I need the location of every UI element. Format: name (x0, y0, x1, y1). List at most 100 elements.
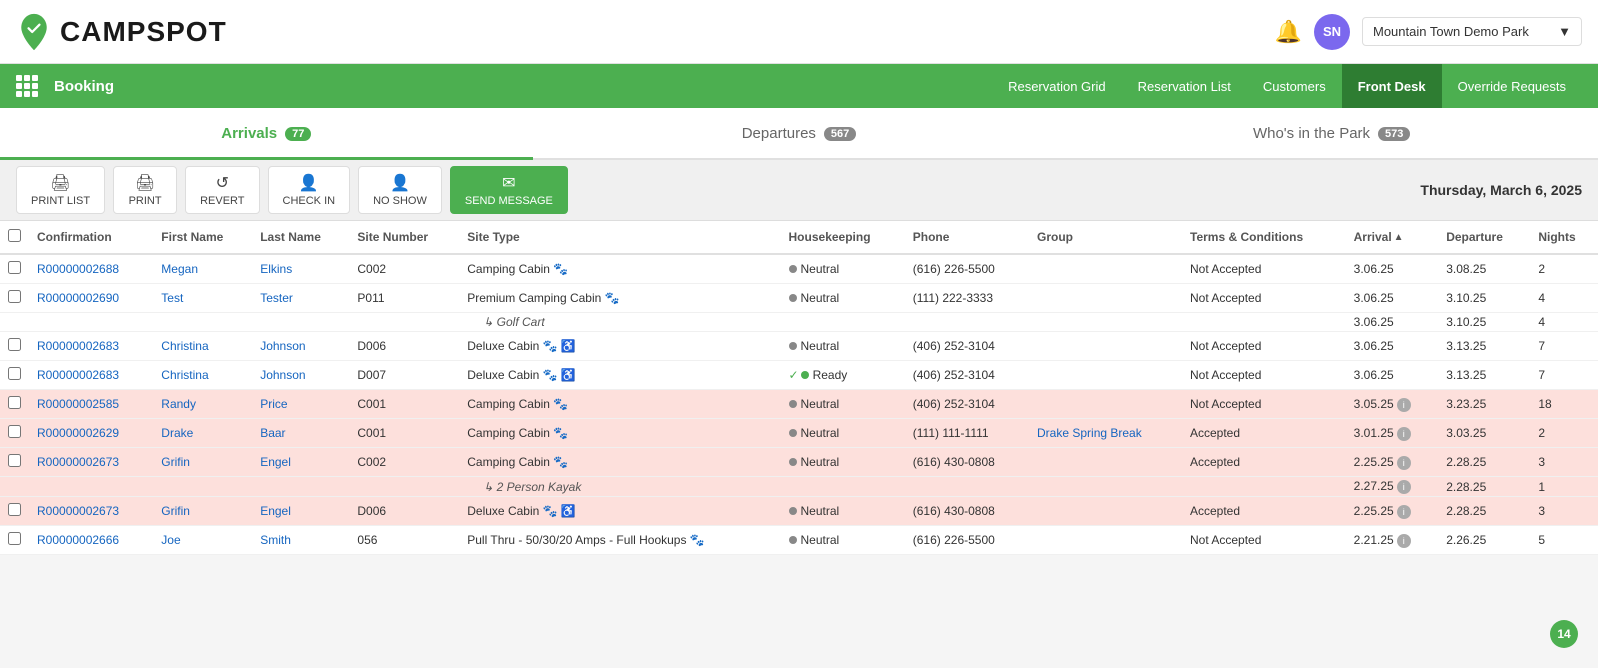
housekeeping-cell: Neutral (781, 419, 905, 448)
first-name-link[interactable]: Grifin (161, 504, 190, 518)
last-name-link[interactable]: Engel (260, 455, 291, 469)
confirmation-link[interactable]: R00000002629 (37, 426, 119, 440)
phone-cell: (406) 252-3104 (905, 332, 1029, 361)
last-name-link[interactable]: Smith (260, 533, 291, 547)
confirmation-link[interactable]: R00000002683 (37, 339, 119, 353)
phone-cell: (406) 252-3104 (905, 361, 1029, 390)
arrival-cell: 3.05.25i (1346, 390, 1439, 419)
tab-arrivals[interactable]: Arrivals 77 (0, 110, 533, 160)
last-name-link[interactable]: Engel (260, 504, 291, 518)
notification-bubble[interactable]: 14 (1550, 620, 1578, 648)
first-name-link[interactable]: Megan (161, 262, 198, 276)
sub-first-name-cell (153, 477, 252, 497)
arrival-cell: 3.06.25 (1346, 284, 1439, 313)
last-name-link[interactable]: Baar (260, 426, 285, 440)
housekeeping-status: Neutral (801, 455, 840, 469)
group-cell (1029, 448, 1182, 477)
confirmation-cell: R00000002585 (29, 390, 153, 419)
row-checkbox[interactable] (8, 454, 21, 467)
last-name-link[interactable]: Tester (260, 291, 293, 305)
confirmation-link[interactable]: R00000002688 (37, 262, 119, 276)
col-arrival[interactable]: Arrival ▲ (1346, 221, 1439, 254)
arrival-info-icon[interactable]: i (1397, 534, 1411, 548)
first-name-link[interactable]: Christina (161, 368, 208, 382)
nav-link-reservation-grid[interactable]: Reservation Grid (992, 64, 1122, 108)
site-number-cell: 056 (349, 526, 459, 555)
sub-arrival-info-icon[interactable]: i (1397, 480, 1411, 494)
confirmation-cell: R00000002688 (29, 254, 153, 284)
user-avatar[interactable]: SN (1314, 14, 1350, 50)
send-message-icon: ✉ (502, 173, 515, 193)
row-checkbox[interactable] (8, 532, 21, 545)
first-name-link[interactable]: Joe (161, 533, 180, 547)
last-name-link[interactable]: Elkins (260, 262, 292, 276)
confirmation-link[interactable]: R00000002673 (37, 504, 119, 518)
col-checkbox (0, 221, 29, 254)
nav-link-reservation-list[interactable]: Reservation List (1122, 64, 1247, 108)
arrival-info-icon[interactable]: i (1397, 505, 1411, 519)
terms-cell: Accepted (1182, 448, 1346, 477)
row-checkbox-cell (0, 332, 29, 361)
confirmation-link[interactable]: R00000002585 (37, 397, 119, 411)
select-all-checkbox[interactable] (8, 229, 21, 242)
confirmation-link[interactable]: R00000002673 (37, 455, 119, 469)
nights-cell: 2 (1530, 254, 1598, 284)
arrival-info-icon[interactable]: i (1397, 427, 1411, 441)
last-name-link[interactable]: Price (260, 397, 287, 411)
confirmation-link[interactable]: R00000002683 (37, 368, 119, 382)
tab-departures[interactable]: Departures 567 (533, 110, 1066, 160)
nav-link-front-desk[interactable]: Front Desk (1342, 64, 1442, 108)
grid-menu-icon[interactable] (16, 75, 38, 97)
print-icon: 🖨 (135, 173, 155, 193)
confirmation-link[interactable]: R00000002690 (37, 291, 119, 305)
col-housekeeping: Housekeeping (781, 221, 905, 254)
send-message-button[interactable]: ✉ SEND MESSAGE (450, 166, 568, 214)
first-name-link[interactable]: Randy (161, 397, 196, 411)
first-name-link[interactable]: Test (161, 291, 183, 305)
arrival-info-icon[interactable]: i (1397, 456, 1411, 470)
tab-whos-in-park[interactable]: Who's in the Park 573 (1065, 110, 1598, 160)
check-in-button[interactable]: 👤 CHECK IN (268, 166, 351, 214)
first-name-link[interactable]: Drake (161, 426, 193, 440)
row-checkbox[interactable] (8, 338, 21, 351)
departure-cell: 3.13.25 (1438, 361, 1530, 390)
table-body: R00000002688 Megan Elkins C002 Camping C… (0, 254, 1598, 555)
last-name-cell: Engel (252, 448, 349, 477)
confirmation-link[interactable]: R00000002666 (37, 533, 119, 547)
nav-link-customers[interactable]: Customers (1247, 64, 1342, 108)
arrival-sort: Arrival ▲ (1354, 230, 1404, 244)
notification-bell-icon[interactable]: 🔔 (1275, 19, 1302, 45)
toolbar-date: Thursday, March 6, 2025 (1420, 182, 1582, 198)
row-checkbox[interactable] (8, 290, 21, 303)
revert-button[interactable]: ↺ REVERT (185, 166, 259, 214)
first-name-link[interactable]: Grifin (161, 455, 190, 469)
terms-cell: Not Accepted (1182, 390, 1346, 419)
table-row: R00000002673 Grifin Engel C002 Camping C… (0, 448, 1598, 477)
row-checkbox[interactable] (8, 503, 21, 516)
site-number-cell: C001 (349, 390, 459, 419)
no-show-label: NO SHOW (373, 195, 427, 207)
first-name-link[interactable]: Christina (161, 339, 208, 353)
housekeeping-status: Neutral (801, 426, 840, 440)
print-button[interactable]: 🖨 PRINT (113, 166, 177, 214)
row-checkbox[interactable] (8, 396, 21, 409)
col-site-type: Site Type (459, 221, 780, 254)
last-name-link[interactable]: Johnson (260, 339, 305, 353)
sub-site-number-cell (349, 313, 459, 332)
group-link[interactable]: Drake Spring Break (1037, 426, 1142, 440)
row-checkbox[interactable] (8, 261, 21, 274)
row-checkbox[interactable] (8, 367, 21, 380)
last-name-link[interactable]: Johnson (260, 368, 305, 382)
park-selector[interactable]: Mountain Town Demo Park ▼ (1362, 17, 1582, 46)
confirmation-cell: R00000002673 (29, 448, 153, 477)
no-show-button[interactable]: 👤 NO SHOW (358, 166, 442, 214)
print-list-button[interactable]: 🖨 PRINT LIST (16, 166, 105, 214)
site-number-cell: D006 (349, 332, 459, 361)
arrival-info-icon[interactable]: i (1397, 398, 1411, 412)
phone-cell: (111) 222-3333 (905, 284, 1029, 313)
row-checkbox[interactable] (8, 425, 21, 438)
revert-label: REVERT (200, 195, 244, 207)
nav-link-override-requests[interactable]: Override Requests (1442, 64, 1582, 108)
table-row: R00000002683 Christina Johnson D006 Delu… (0, 332, 1598, 361)
group-cell: Drake Spring Break (1029, 419, 1182, 448)
